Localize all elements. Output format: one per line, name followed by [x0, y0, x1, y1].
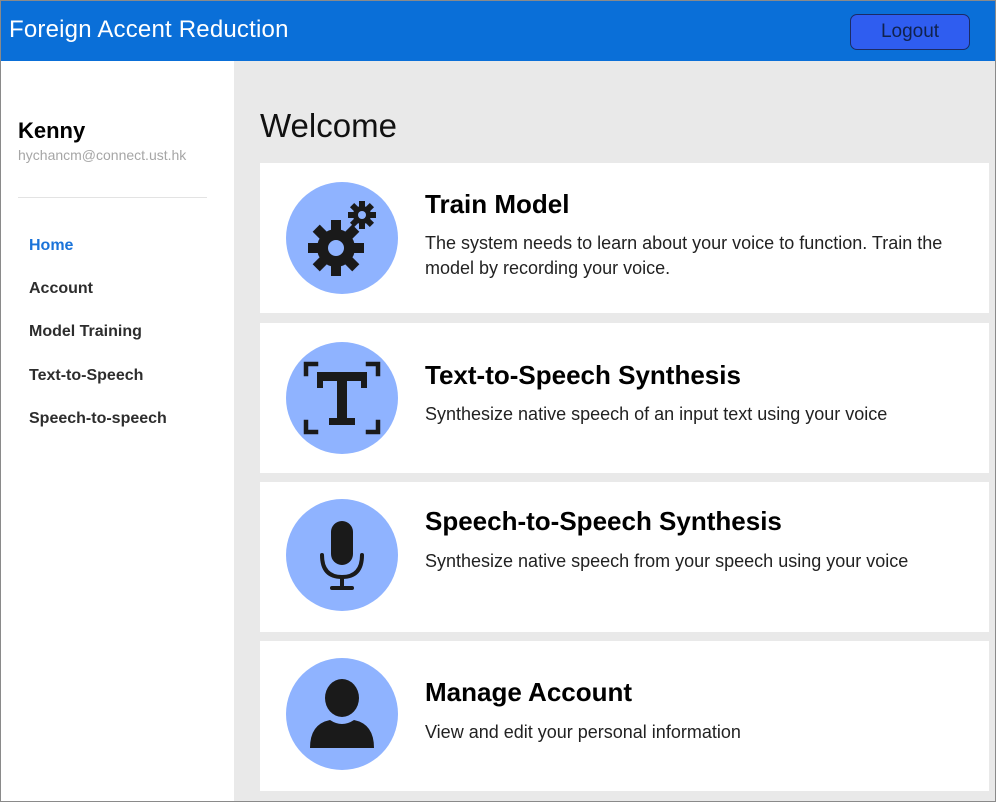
logout-button[interactable]: Logout: [850, 14, 970, 50]
sidebar: Kenny hychancm@connect.ust.hk Home Accou…: [1, 61, 234, 801]
sidebar-item-text-to-speech[interactable]: Text-to-Speech: [29, 367, 143, 385]
sidebar-item-home[interactable]: Home: [29, 237, 73, 255]
card-description: Synthesize native speech of an input tex…: [425, 404, 888, 424]
sidebar-item-speech-to-speech[interactable]: Speech-to-speech: [29, 410, 167, 428]
user-icon: [286, 658, 398, 770]
card-title: Text-to-Speech Synthesis: [425, 360, 741, 390]
text-frame-icon: [286, 342, 398, 454]
top-bar: Foreign Accent Reduction Logout: [1, 1, 995, 61]
card-train-model[interactable]: Train Model The system needs to learn ab…: [260, 163, 989, 313]
app-window: Foreign Accent Reduction Logout Kenny hy…: [0, 0, 996, 802]
card-title: Manage Account: [425, 677, 633, 707]
sidebar-item-model-training[interactable]: Model Training: [29, 323, 142, 341]
gears-icon: [286, 182, 398, 294]
sidebar-item-account[interactable]: Account: [29, 280, 93, 298]
card-manage-account[interactable]: Manage Account View and edit your person…: [260, 641, 989, 791]
sidebar-divider: [18, 197, 207, 198]
card-title: Speech-to-Speech Synthesis: [425, 506, 782, 536]
user-name: Kenny: [18, 118, 86, 143]
microphone-icon: [286, 499, 398, 611]
main-content: Welcome Train Model The system needs to …: [234, 61, 995, 801]
card-text-to-speech[interactable]: Text-to-Speech Synthesis Synthesize nati…: [260, 323, 989, 473]
user-email: hychancm@connect.ust.hk: [18, 147, 187, 163]
card-title: Train Model: [425, 189, 570, 219]
card-description: The system needs to learn about your voi…: [425, 233, 943, 278]
card-speech-to-speech[interactable]: Speech-to-Speech Synthesis Synthesize na…: [260, 482, 989, 632]
card-description: Synthesize native speech from your speec…: [425, 551, 909, 571]
card-description: View and edit your personal information: [425, 722, 741, 742]
app-title: Foreign Accent Reduction: [9, 16, 289, 43]
page-title: Welcome: [260, 107, 397, 144]
